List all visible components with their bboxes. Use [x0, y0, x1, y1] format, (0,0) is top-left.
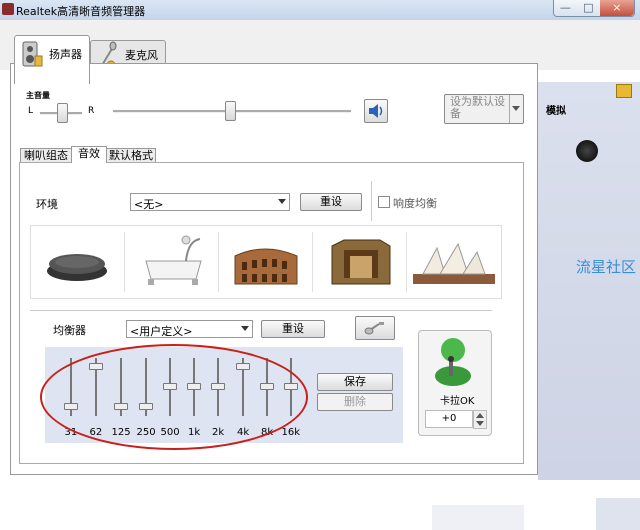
loudness-checkbox[interactable] [378, 196, 390, 208]
environment-select-value: <无> [134, 198, 164, 211]
chevron-down-icon [241, 326, 249, 331]
chevron-down-icon [512, 106, 520, 111]
balance-left-label: L [28, 106, 34, 116]
tab-speaker-label: 扬声器 [49, 48, 82, 61]
equalizer-preset-select[interactable]: <用户定义> [126, 320, 253, 338]
main-volume-label: 主音量 [26, 91, 50, 100]
app-icon [2, 3, 14, 15]
speaker-icon [22, 41, 43, 67]
karaoke-label: 卡拉OK [440, 396, 475, 407]
preset-divider [124, 232, 125, 292]
close-button[interactable]: × [599, 0, 634, 16]
balance-slider-thumb[interactable] [57, 103, 68, 123]
karaoke-singer-icon[interactable] [430, 334, 476, 386]
bathtub-icon[interactable] [126, 226, 219, 296]
set-default-device-label: 设为默认设备 [450, 95, 505, 120]
opera-house-icon[interactable] [408, 226, 501, 296]
chevron-up-icon[interactable] [476, 413, 484, 418]
tab-default-format[interactable]: 默认格式 [106, 148, 156, 163]
preset-divider [218, 232, 219, 292]
colosseum-icon[interactable] [220, 226, 313, 296]
tab-effects[interactable]: 音效 [71, 146, 107, 163]
loudness-label: 响度均衡 [393, 197, 437, 210]
equalizer-delete-button[interactable]: 删除 [317, 393, 393, 411]
blur-artifact [596, 498, 640, 530]
set-default-device-button[interactable]: 设为默认设备 [444, 94, 524, 124]
chevron-down-icon[interactable] [476, 421, 484, 426]
equalizer-reset-button[interactable]: 重设 [261, 320, 325, 338]
karaoke-value-field[interactable]: +0 [425, 410, 473, 428]
tab-speaker[interactable]: 扬声器 [14, 35, 90, 84]
environment-reset-button[interactable]: 重设 [300, 193, 362, 211]
blur-artifact [432, 505, 524, 530]
eq-band-label: 16k [281, 427, 301, 438]
watermark-text: 流星社区 [576, 258, 637, 276]
divider [30, 310, 492, 311]
window-controls: — □ × [553, 0, 635, 17]
equalizer-save-button[interactable]: 保存 [317, 373, 393, 391]
equalizer-label: 均衡器 [53, 324, 86, 337]
audio-jack-icon[interactable] [576, 140, 598, 162]
environment-select[interactable]: <无> [130, 193, 290, 211]
equalizer-preset-value: <用户定义> [130, 325, 193, 338]
split-divider [509, 95, 510, 123]
analog-label: 模拟 [546, 106, 566, 117]
divider [371, 181, 372, 221]
guitar-button[interactable] [355, 316, 395, 340]
maximize-button[interactable]: □ [577, 0, 600, 16]
title-bar: Realtek高清晰音频管理器 — □ × [0, 0, 640, 20]
tab-speaker-config[interactable]: 喇叭组态 [20, 148, 72, 163]
tab-microphone-label: 麦克风 [125, 49, 158, 62]
guitar-icon [364, 322, 384, 335]
preset-divider [312, 232, 313, 292]
room-icon[interactable] [314, 226, 407, 296]
chevron-down-icon [278, 199, 286, 204]
volume-slider-thumb[interactable] [225, 101, 236, 121]
environment-label: 环境 [36, 198, 58, 211]
window-title: Realtek高清晰音频管理器 [16, 5, 146, 18]
balance-right-label: R [88, 106, 95, 116]
connector-panel: 模拟 流星社区 [538, 82, 640, 480]
mute-button[interactable] [364, 99, 388, 123]
stone-icon[interactable] [32, 226, 125, 296]
folder-icon[interactable] [616, 84, 632, 98]
preset-divider [406, 232, 407, 292]
speaker-volume-icon [369, 104, 383, 118]
highlight-ellipse [40, 344, 308, 450]
minimize-button[interactable]: — [554, 0, 577, 16]
karaoke-stepper[interactable] [473, 410, 487, 429]
